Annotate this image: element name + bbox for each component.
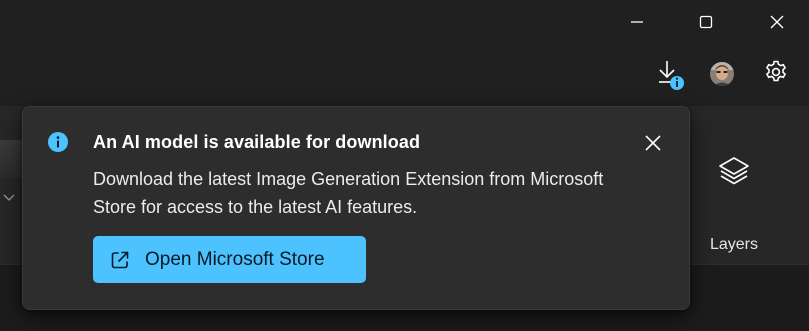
layers-icon — [719, 157, 749, 185]
account-button[interactable] — [702, 54, 742, 94]
ai-model-notification: An AI model is available for download Do… — [22, 106, 690, 310]
top-toolbar — [0, 44, 809, 106]
close-window-button[interactable] — [754, 0, 800, 44]
downloads-button[interactable] — [648, 54, 688, 94]
notification-title: An AI model is available for download — [93, 132, 421, 152]
settings-button[interactable] — [756, 52, 796, 92]
close-icon — [770, 15, 784, 29]
app-window: Layers An AI model is available for down… — [0, 0, 809, 331]
title-bar — [0, 0, 809, 44]
close-icon — [645, 135, 661, 151]
open-external-icon — [111, 251, 129, 268]
download-with-info-badge-icon — [659, 61, 684, 90]
minimize-button[interactable] — [614, 0, 660, 44]
info-icon — [48, 132, 68, 152]
open-microsoft-store-button[interactable]: Open Microsoft Store — [93, 236, 366, 283]
close-notification-button[interactable] — [635, 125, 671, 161]
brush-preview[interactable] — [0, 140, 24, 178]
layers-label: Layers — [709, 236, 759, 253]
maximize-icon — [699, 15, 713, 29]
user-avatar — [710, 62, 734, 86]
maximize-button[interactable] — [683, 0, 729, 44]
minimize-icon — [631, 21, 643, 23]
chevron-down-icon[interactable] — [2, 190, 16, 204]
open-microsoft-store-label: Open Microsoft Store — [145, 248, 325, 270]
notification-message: Download the latest Image Generation Ext… — [93, 169, 604, 217]
gear-icon — [765, 60, 787, 82]
